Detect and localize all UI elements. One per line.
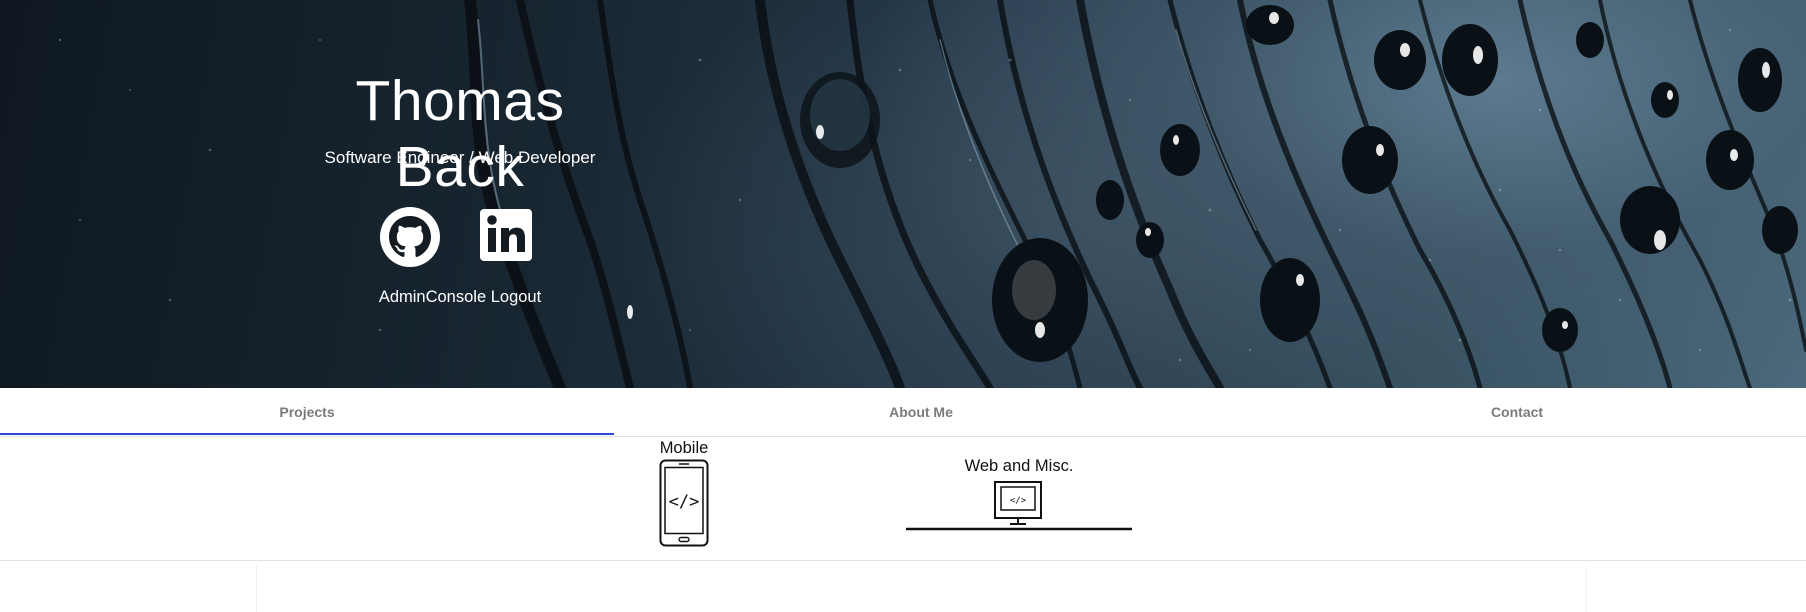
admin-console-link[interactable]: AdminConsole (379, 288, 486, 306)
svg-text:</>: </> (1010, 496, 1027, 506)
svg-text:</>: </> (669, 492, 700, 512)
linkedin-icon (480, 209, 532, 261)
monitor-code-icon: </> (906, 481, 1132, 531)
active-tab-indicator (0, 433, 614, 435)
tab-about-me[interactable]: About Me (614, 388, 1228, 436)
tab-projects[interactable]: Projects (0, 388, 614, 436)
tab-bar: Projects About Me Contact (0, 388, 1806, 437)
category-web-misc-label: Web and Misc. (964, 457, 1074, 475)
content-divider (0, 560, 1806, 561)
content-right-border (1586, 565, 1587, 612)
logout-link[interactable]: Logout (491, 288, 541, 306)
hero-banner: Thomas Back Software Engineer / Web Deve… (0, 0, 1806, 388)
hero-subtitle: Software Engineer / Web Developer (324, 148, 596, 167)
github-link[interactable] (379, 206, 441, 268)
tab-contact[interactable]: Contact (1228, 388, 1806, 436)
category-mobile[interactable]: Mobile </> (636, 439, 732, 553)
category-web-misc[interactable]: Web and Misc. </> (906, 457, 1132, 543)
github-icon (380, 207, 440, 267)
mobile-code-icon: </> (659, 459, 709, 547)
content-left-border (256, 565, 257, 612)
linkedin-link[interactable] (479, 206, 541, 268)
category-mobile-label: Mobile (659, 439, 709, 457)
rain-background-image (58, 0, 1806, 388)
hero-title: Thomas Back (355, 69, 565, 199)
admin-links: AdminConsole Logout (288, 288, 632, 307)
